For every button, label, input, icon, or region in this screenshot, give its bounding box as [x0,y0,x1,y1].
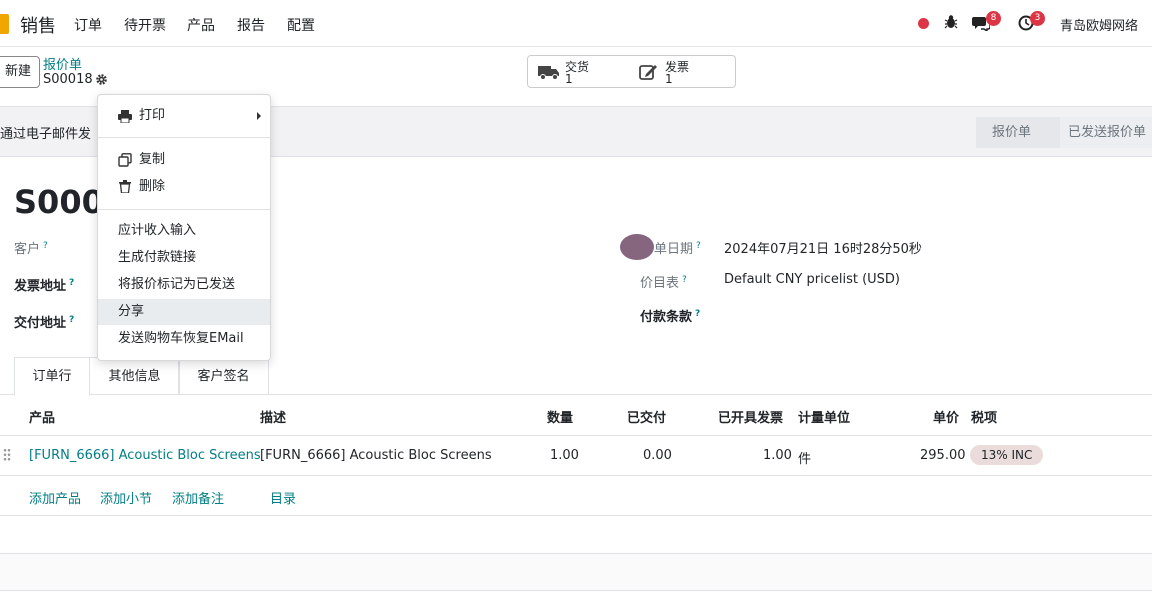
menu-delete[interactable]: 删除 [98,174,270,200]
catalog-link[interactable]: 目录 [270,488,296,507]
tab-other-info[interactable]: 其他信息 [89,357,180,395]
help-icon[interactable]: ? [43,241,48,251]
payment-terms-text: 付款条款 [640,310,693,325]
table-footer [0,554,1152,590]
col-quantity[interactable]: 数量 [547,407,573,426]
breadcrumb[interactable]: 报价单 [43,54,82,73]
col-description[interactable]: 描述 [260,407,286,426]
menu-cart-recovery-label: 发送购物车恢复EMail [118,331,244,346]
menu-print-label: 打印 [139,108,166,123]
row-price[interactable]: 295.00 [920,448,966,463]
menu-duplicate-label: 复制 [139,152,166,167]
add-product-link[interactable]: 添加产品 [29,488,81,507]
bug-icon[interactable] [944,14,958,34]
table-bottom-divider [0,515,1152,516]
customer-label: 客户? [14,238,48,257]
menu-divider [98,137,270,138]
col-taxes[interactable]: 税项 [971,407,997,426]
invoice-smart-button[interactable]: 发票 1 [631,55,736,88]
invoice-address-text: 发票地址 [14,279,67,294]
pricelist-label: 价目表? [640,272,687,291]
app-icon[interactable] [0,14,9,34]
col-price[interactable]: 单价 [933,407,959,426]
invoice-address-label: 发票地址? [14,275,74,294]
tab-order-lines[interactable]: 订单行 [14,357,90,396]
menu-share-label: 分享 [118,304,145,319]
menu-print[interactable]: 打印 [98,103,270,129]
help-icon[interactable]: ? [695,309,700,319]
row-quantity[interactable]: 1.00 [550,448,579,463]
nav-orders[interactable]: 订单 [74,15,102,35]
help-icon[interactable]: ? [69,278,74,288]
col-product[interactable]: 产品 [29,407,55,426]
pencil-square-icon [639,63,659,85]
row-invoiced: 1.00 [763,448,792,463]
stage-quotation-sent[interactable]: 已发送报价单 [1060,117,1152,148]
status-dot-icon[interactable] [918,18,929,29]
nav-config[interactable]: 配置 [287,15,315,35]
cursor-blob [620,234,654,260]
menu-cart-recovery[interactable]: 发送购物车恢复EMail [98,326,270,352]
col-invoiced[interactable]: 已开具发票 [718,407,783,426]
nav-reports[interactable]: 报告 [237,15,265,35]
delivery-address-text: 交付地址 [14,316,67,331]
menu-payment-link-label: 生成付款链接 [118,250,197,265]
stage-arrow [1046,117,1056,148]
truck-icon [538,64,560,84]
menu-accrued-revenue-label: 应计收入输入 [118,223,197,238]
tax-tag[interactable]: 13% INC [970,445,1044,465]
pricelist-value[interactable]: Default CNY pricelist (USD) [724,272,900,287]
delivery-smart-button[interactable]: 交货 1 [527,55,633,88]
caret-right-icon [257,112,261,120]
invoice-count: 1 [665,72,673,86]
copy-icon [118,147,132,177]
bottom-divider [0,590,1152,591]
menu-mark-sent[interactable]: 将报价标记为已发送 [98,272,270,298]
record-name: S00018 [43,72,93,87]
payment-terms-label: 付款条款? [640,306,700,325]
gear-icon[interactable] [95,73,108,90]
delivery-address-label: 交付地址? [14,312,74,331]
add-section-link[interactable]: 添加小节 [100,488,152,507]
add-note-link[interactable]: 添加备注 [172,488,224,507]
menu-accrued-revenue[interactable]: 应计收入输入 [98,218,270,244]
nav-products[interactable]: 产品 [187,15,215,35]
app-name[interactable]: 销售 [20,12,56,38]
col-delivered[interactable]: 已交付 [627,407,666,426]
row-uom[interactable]: 件 [798,448,811,467]
top-navbar: 销售 订单 待开票 产品 报告 配置 8 3 青岛欧姆网络 [0,0,1152,47]
drag-handle-icon[interactable] [3,448,11,462]
customer-label-text: 客户 [14,242,41,257]
row-product[interactable]: [FURN_6666] Acoustic Bloc Screens [29,448,261,463]
order-date-value[interactable]: 2024年07月21日 16时28分50秒 [724,238,922,257]
menu-delete-label: 删除 [139,179,166,194]
menu-divider [98,209,270,210]
trash-icon [118,174,132,203]
row-delivered[interactable]: 0.00 [643,448,672,463]
order-date-text: 单日期 [654,242,694,257]
activity-count-badge: 3 [1030,11,1045,26]
company-switcher[interactable]: 青岛欧姆网络 [1060,15,1138,34]
delivery-count: 1 [565,72,573,86]
menu-payment-link[interactable]: 生成付款链接 [98,245,270,271]
tab-signature[interactable]: 客户签名 [178,357,269,395]
chat-count-badge: 8 [986,11,1001,26]
menu-share[interactable]: 分享 [98,299,270,325]
col-uom[interactable]: 计量单位 [798,407,850,426]
send-email-button[interactable]: 通过电子邮件发 [0,123,91,142]
new-button[interactable]: 新建 [0,56,40,88]
nav-to-invoice[interactable]: 待开票 [124,15,166,35]
gear-dropdown-menu: 打印 复制 删除 应计收入输入 生成付款链接 将报价标记为已发送 分享 发送购物… [97,94,271,361]
row-divider [0,475,1152,476]
help-icon[interactable]: ? [69,315,74,325]
pricelist-text: 价目表 [640,276,680,291]
row-description[interactable]: [FURN_6666] Acoustic Bloc Screens [260,448,492,463]
menu-mark-sent-label: 将报价标记为已发送 [118,277,236,292]
help-icon[interactable]: ? [682,275,687,285]
order-date-label: 单日期? [654,238,701,257]
menu-duplicate[interactable]: 复制 [98,147,270,173]
printer-icon [118,103,132,133]
help-icon[interactable]: ? [696,241,701,251]
